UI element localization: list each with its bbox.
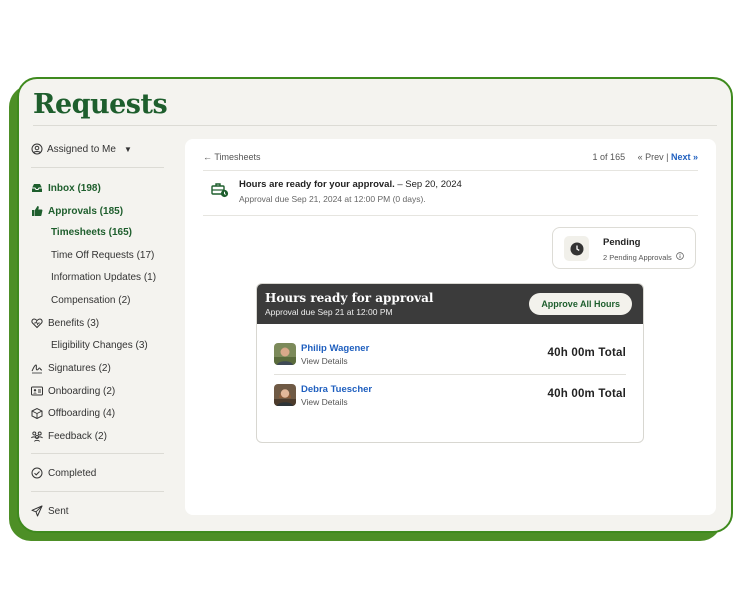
sidebar-item-label: Benefits (3)	[48, 317, 100, 329]
sidebar-item-time-off-requests[interactable]: Time Off Requests (17)	[51, 250, 154, 261]
sidebar-item-label: Timesheets (165)	[51, 227, 132, 238]
pager-separator: |	[666, 152, 669, 162]
view-details-link[interactable]: View Details	[301, 397, 348, 407]
row-divider	[274, 374, 626, 375]
inbox-icon	[31, 182, 43, 194]
sidebar-item-label: Onboarding (2)	[48, 385, 116, 397]
sidebar-item-sent[interactable]: Sent	[31, 505, 69, 517]
avatar	[274, 384, 296, 406]
sidebar-item-label: Approvals (185)	[48, 205, 124, 217]
sidebar-item-signatures[interactable]: Signatures (2)	[31, 362, 111, 374]
sidebar-divider	[31, 453, 164, 454]
thumbs-up-icon	[31, 205, 43, 217]
chevron-down-icon: ▼	[123, 144, 132, 154]
title-divider	[33, 125, 717, 126]
notice-due-text: Approval due Sep 21, 2024 at 12:00 PM (0…	[239, 194, 426, 204]
breadcrumb-back-link[interactable]: ← Timesheets	[203, 152, 261, 162]
sidebar-item-label: Information Updates (1)	[51, 272, 157, 283]
send-icon	[31, 505, 43, 517]
sidebar-item-label: Inbox (198)	[48, 182, 101, 194]
sidebar-item-compensation[interactable]: Compensation (2)	[51, 295, 130, 306]
avatar	[274, 343, 296, 365]
briefcase-clock-icon	[211, 181, 229, 199]
header-divider	[203, 170, 698, 171]
app-window: Requests Assigned to Me ▼ Inbox (198) Ap…	[17, 77, 733, 533]
sidebar-item-label: Time Off Requests (17)	[51, 250, 155, 261]
notice-divider	[203, 215, 698, 216]
main-panel: ← Timesheets 1 of 165 « Prev | Next » Ho…	[185, 139, 716, 515]
sidebar-item-information-updates[interactable]: Information Updates (1)	[51, 272, 156, 283]
employee-name-link[interactable]: Philip Wagener	[301, 343, 369, 354]
user-circle-icon	[31, 143, 43, 155]
clock-icon	[564, 236, 589, 261]
pager: 1 of 165 « Prev | Next »	[593, 152, 698, 162]
approval-notice: Hours are ready for your approval. – Sep…	[211, 179, 462, 204]
table-row: Philip Wagener View Details 40h 00m Tota…	[274, 341, 626, 375]
pager-count: 1 of 165	[592, 152, 626, 162]
card-subtitle: Approval due Sep 21 at 12:00 PM	[265, 307, 393, 317]
sidebar-item-timesheets[interactable]: Timesheets (165)	[51, 227, 132, 238]
approve-all-hours-button[interactable]: Approve All Hours	[529, 293, 632, 315]
hours-total: 40h 00m Total	[547, 388, 626, 400]
sidebar-item-feedback[interactable]: Feedback (2)	[31, 430, 107, 442]
sidebar-item-offboarding[interactable]: Offboarding (4)	[31, 407, 115, 419]
sidebar-item-eligibility-changes[interactable]: Eligibility Changes (3)	[51, 340, 148, 351]
sidebar-item-label: Offboarding (4)	[48, 407, 116, 419]
hours-total: 40h 00m Total	[547, 347, 626, 359]
notice-title: Hours are ready for your approval.	[239, 179, 395, 190]
box-icon	[31, 407, 43, 419]
sidebar-item-label: Compensation (2)	[51, 295, 131, 306]
view-details-link[interactable]: View Details	[301, 356, 348, 366]
info-icon[interactable]	[676, 252, 684, 262]
people-icon	[31, 430, 43, 442]
sidebar-item-label: Signatures (2)	[48, 362, 111, 374]
sidebar-item-onboarding[interactable]: Onboarding (2)	[31, 385, 115, 397]
assigned-filter-label: Assigned to Me	[47, 143, 116, 155]
sidebar-divider	[31, 167, 164, 168]
notice-date: – Sep 20, 2024	[394, 179, 462, 190]
id-card-icon	[31, 385, 43, 397]
sidebar-item-benefits[interactable]: Benefits (3)	[31, 317, 99, 329]
prev-link[interactable]: « Prev	[638, 152, 664, 162]
status-badge: Pending 2 Pending Approvals	[552, 227, 696, 269]
status-subtitle: 2 Pending Approvals	[603, 252, 672, 262]
next-link[interactable]: Next »	[671, 152, 698, 162]
assigned-filter-dropdown[interactable]: Assigned to Me ▼	[31, 143, 132, 155]
card-title: Hours ready for approval	[265, 291, 434, 305]
sidebar-divider	[31, 491, 164, 492]
heart-icon	[31, 317, 43, 329]
sidebar-item-label: Eligibility Changes (3)	[51, 340, 148, 351]
status-title: Pending	[603, 237, 641, 248]
sidebar-item-completed[interactable]: Completed	[31, 467, 96, 479]
sidebar-item-label: Sent	[48, 505, 69, 517]
sidebar-item-inbox[interactable]: Inbox (198)	[31, 182, 101, 194]
sidebar-item-label: Feedback (2)	[48, 430, 107, 442]
page-title: Requests	[33, 89, 168, 120]
card-header: Hours ready for approval Approval due Se…	[257, 284, 643, 324]
check-circle-icon	[31, 467, 43, 479]
signature-icon	[31, 362, 43, 374]
sidebar-item-label: Completed	[48, 467, 97, 479]
employee-name-link[interactable]: Debra Tuescher	[301, 384, 372, 395]
hours-approval-card: Hours ready for approval Approval due Se…	[256, 283, 644, 443]
table-row: Debra Tuescher View Details 40h 00m Tota…	[274, 382, 626, 416]
sidebar-item-approvals[interactable]: Approvals (185)	[31, 205, 123, 217]
